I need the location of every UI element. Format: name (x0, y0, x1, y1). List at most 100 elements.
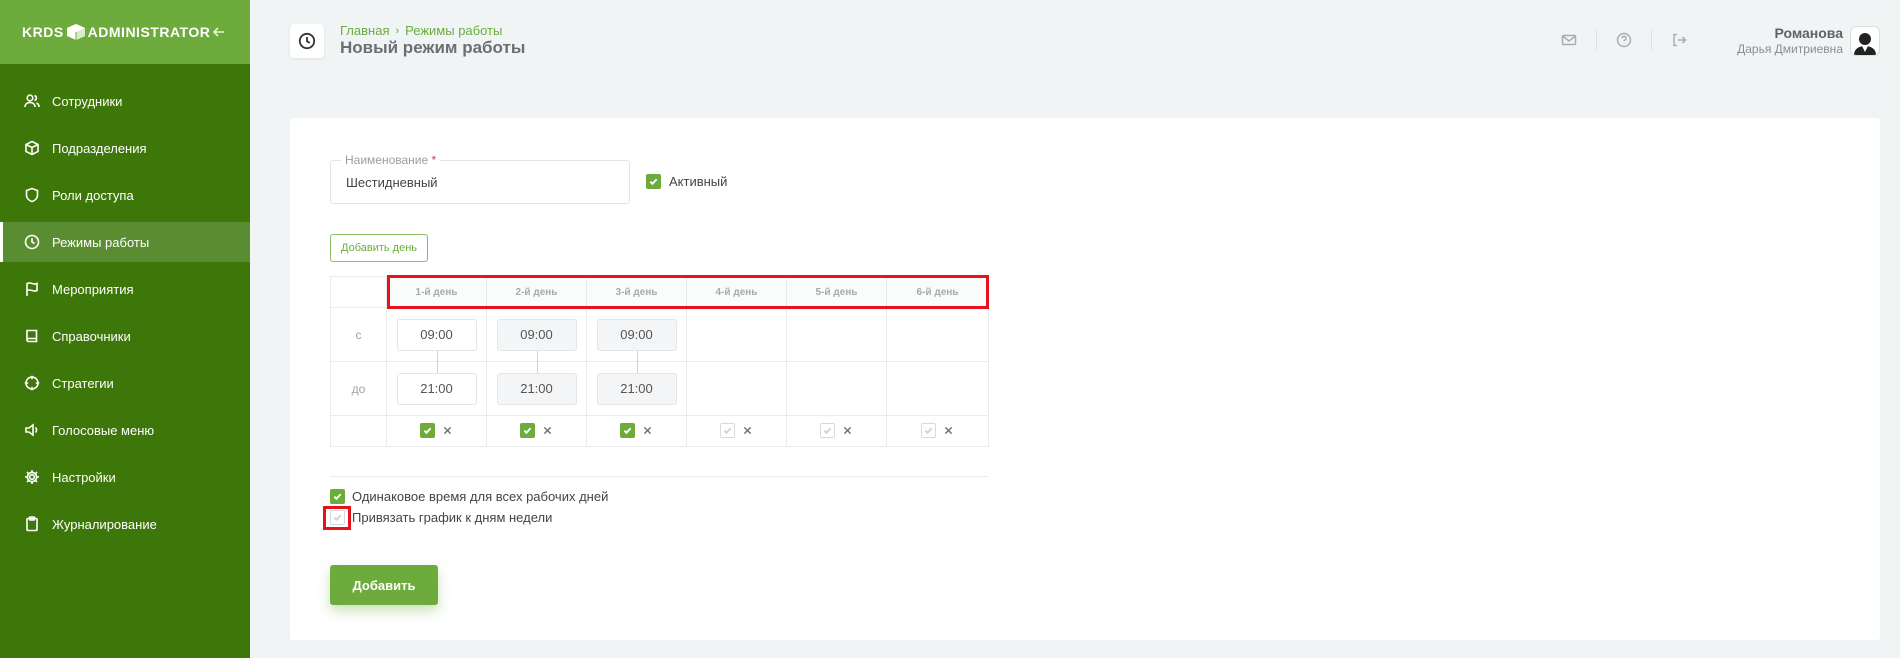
bind-weekdays-option[interactable]: Привязать график к дням недели (330, 510, 552, 525)
submit-add-button[interactable]: Добавить (330, 565, 438, 605)
time-cell: 09:00 (386, 307, 487, 363)
day-column-header: 5-й день (786, 276, 887, 308)
sidebar-item-strategies[interactable]: Стратегии (0, 363, 250, 403)
day-toggle-cell (886, 415, 989, 447)
flag-icon (24, 281, 40, 297)
active-checkbox-label: Активный (669, 174, 728, 189)
bind-weekdays-label: Привязать график к дням недели (352, 510, 553, 525)
same-time-label: Одинаковое время для всех рабочих дней (352, 489, 609, 504)
sidebar-item-access-roles[interactable]: Роли доступа (0, 175, 250, 215)
time-to-input[interactable]: 21:00 (596, 372, 677, 405)
sidebar-item-label: Роли доступа (52, 187, 134, 203)
toggle-row-label-cell (330, 415, 387, 447)
logout-icon[interactable] (1670, 31, 1688, 49)
day-toggle-cell (786, 415, 887, 447)
user-info[interactable]: Романова Дарья Дмитриевна (1737, 25, 1843, 56)
working-day-checkbox[interactable] (921, 423, 936, 438)
avatar[interactable] (1850, 26, 1880, 56)
check-icon (423, 427, 432, 435)
time-cell: 09:00 (586, 307, 687, 363)
name-field: Наименование * (330, 153, 630, 204)
sidebar-item-settings[interactable]: Настройки (0, 457, 250, 497)
sidebar-item-events[interactable]: Мероприятия (0, 269, 250, 309)
day-toggle-cell (686, 415, 787, 447)
sidebar-item-departments[interactable]: Подразделения (0, 128, 250, 168)
logo-text-left: KRDS (22, 24, 64, 40)
name-field-label: Наименование * (341, 153, 441, 167)
time-to-input[interactable]: 21:00 (496, 372, 577, 405)
shield-icon (24, 187, 40, 203)
check-icon (523, 427, 532, 435)
sidebar-item-label: Подразделения (52, 140, 147, 156)
breadcrumb-work-modes-link[interactable]: Режимы работы (405, 23, 502, 38)
arrow-left-icon (213, 27, 225, 37)
time-from-input[interactable]: 09:00 (396, 318, 477, 351)
crosshair-icon (24, 375, 40, 391)
working-day-checkbox[interactable] (520, 423, 535, 438)
working-day-checkbox[interactable] (620, 423, 635, 438)
working-day-checkbox[interactable] (720, 423, 735, 438)
day-column-header: 4-й день (686, 276, 787, 308)
sidebar-item-label: Настройки (52, 469, 116, 485)
time-from-input[interactable]: 09:00 (496, 318, 577, 351)
sidebar-nav: Сотрудники Подразделения Роли доступа Ре… (0, 81, 250, 544)
day-toggle-cell (586, 415, 687, 447)
gear-icon (24, 469, 40, 485)
remove-day-icon[interactable] (842, 425, 853, 436)
breadcrumb-home-link[interactable]: Главная (340, 23, 389, 38)
users-icon (24, 93, 40, 109)
help-icon[interactable] (1615, 31, 1633, 49)
name-input[interactable] (331, 161, 629, 203)
schedule-toggle-row (330, 415, 989, 447)
same-time-option[interactable]: Одинаковое время для всех рабочих дней (330, 489, 608, 504)
breadcrumb: Главная › Режимы работы (340, 23, 502, 38)
collapse-sidebar-button[interactable] (210, 22, 228, 42)
page-header: Главная › Режимы работы Новый режим рабо… (250, 0, 1900, 86)
bind-weekdays-checkbox[interactable] (330, 510, 345, 525)
sidebar-item-label: Голосовые меню (52, 422, 155, 438)
time-to-input[interactable]: 21:00 (396, 372, 477, 405)
working-day-checkbox[interactable] (820, 423, 835, 438)
app-logo[interactable]: KRDS ADMINISTRATOR (22, 23, 210, 41)
working-day-checkbox[interactable] (420, 423, 435, 438)
day-toggle-cell (486, 415, 587, 447)
sidebar-item-label: Режимы работы (52, 234, 150, 250)
day-column-header: 2-й день (486, 276, 587, 308)
sidebar-item-work-modes[interactable]: Режимы работы (0, 222, 250, 262)
sidebar-item-logging[interactable]: Журналирование (0, 504, 250, 544)
header-divider (1651, 30, 1652, 50)
day-toggle-cell (386, 415, 487, 447)
sidebar-item-employees[interactable]: Сотрудники (0, 81, 250, 121)
sidebar-item-label: Журналирование (52, 516, 157, 532)
remove-day-icon[interactable] (442, 425, 453, 436)
remove-day-icon[interactable] (943, 425, 954, 436)
active-checkbox[interactable] (646, 174, 661, 189)
check-icon (333, 514, 342, 522)
clipboard-icon (24, 516, 40, 532)
page-title: Новый режим работы (340, 38, 526, 57)
remove-day-icon[interactable] (642, 425, 653, 436)
time-cell: 21:00 (586, 361, 687, 416)
remove-day-icon[interactable] (742, 425, 753, 436)
sidebar-item-label: Мероприятия (52, 281, 134, 297)
check-icon (823, 427, 832, 435)
schedule-from-row: с 09:00 09:00 09:00 (330, 307, 989, 363)
book-icon (24, 328, 40, 344)
day-column-header: 1-й день (386, 276, 487, 308)
same-time-checkbox[interactable] (330, 489, 345, 504)
empty-time-cell (786, 361, 887, 416)
check-icon (623, 427, 632, 435)
add-day-button[interactable]: Добавить день (330, 234, 429, 262)
header-divider (1596, 30, 1597, 50)
mail-icon[interactable] (1560, 31, 1578, 49)
time-cell: 21:00 (386, 361, 487, 416)
breadcrumb-separator-icon: › (395, 24, 400, 37)
remove-day-icon[interactable] (542, 425, 553, 436)
time-from-input[interactable]: 09:00 (596, 318, 677, 351)
user-last-name: Романова (1774, 25, 1843, 41)
schedule-header-row: 1-й день 2-й день 3-й день 4-й день 5-й … (330, 276, 989, 308)
active-checkbox-row[interactable]: Активный (646, 174, 727, 189)
check-icon (333, 493, 342, 501)
sidebar-item-directories[interactable]: Справочники (0, 316, 250, 356)
sidebar-item-voice-menus[interactable]: Голосовые меню (0, 410, 250, 450)
